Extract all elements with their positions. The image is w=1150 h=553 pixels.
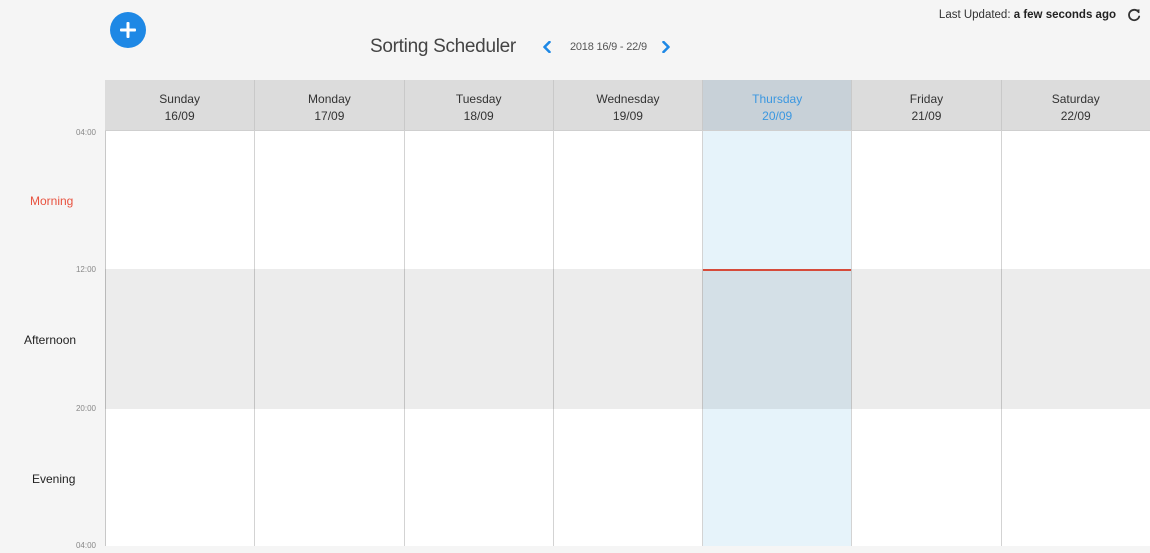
chevron-left-icon bbox=[543, 41, 551, 53]
day-date: 17/09 bbox=[314, 109, 345, 123]
week-calendar: Sunday 16/09 Monday 17/09 Tuesday 18/09 … bbox=[105, 80, 1150, 546]
day-header-tuesday[interactable]: Tuesday 18/09 bbox=[403, 80, 553, 130]
time-label-noon: 12:00 bbox=[75, 265, 96, 274]
day-header-sunday[interactable]: Sunday 16/09 bbox=[105, 80, 254, 130]
next-week-button[interactable] bbox=[655, 36, 677, 58]
day-date: 19/09 bbox=[612, 109, 643, 123]
day-date: 16/09 bbox=[164, 109, 195, 123]
day-column-saturday[interactable] bbox=[1000, 131, 1150, 546]
last-updated: Last Updated: a few seconds ago bbox=[939, 9, 1116, 21]
day-name: Monday bbox=[308, 92, 351, 106]
day-column-sunday[interactable] bbox=[105, 131, 254, 546]
day-name: Sunday bbox=[159, 92, 200, 106]
day-name: Saturday bbox=[1051, 92, 1100, 106]
previous-week-button[interactable] bbox=[536, 36, 558, 58]
time-label-end: 04:00 bbox=[75, 541, 96, 550]
plus-icon bbox=[120, 22, 136, 38]
chevron-right-icon bbox=[662, 41, 670, 53]
schedule-grid bbox=[105, 131, 1150, 546]
day-name: Wednesday bbox=[596, 92, 660, 106]
day-header-saturday[interactable]: Saturday 22/09 bbox=[1000, 80, 1150, 130]
refresh-icon bbox=[1128, 8, 1141, 22]
date-range: 2018 16/9 - 22/9 bbox=[569, 41, 647, 53]
day-header-friday[interactable]: Friday 21/09 bbox=[851, 80, 1000, 130]
page-title: Sorting Scheduler bbox=[370, 36, 516, 57]
day-name: Thursday bbox=[752, 92, 803, 106]
refresh-button[interactable] bbox=[1126, 7, 1142, 23]
day-name: Tuesday bbox=[455, 92, 502, 106]
day-header-monday[interactable]: Monday 17/09 bbox=[254, 80, 403, 130]
time-label-evening: 20:00 bbox=[75, 404, 96, 413]
day-header-row: Sunday 16/09 Monday 17/09 Tuesday 18/09 … bbox=[105, 80, 1150, 131]
last-updated-value: a few seconds ago bbox=[1013, 9, 1116, 21]
day-column-monday[interactable] bbox=[254, 131, 403, 546]
current-time-indicator bbox=[703, 269, 852, 271]
day-column-tuesday[interactable] bbox=[403, 131, 553, 546]
day-header-wednesday[interactable]: Wednesday 19/09 bbox=[552, 80, 702, 130]
period-label-afternoon: Afternoon bbox=[24, 333, 77, 347]
day-date: 21/09 bbox=[911, 109, 942, 123]
last-updated-label: Last Updated: bbox=[938, 9, 1011, 21]
add-button[interactable] bbox=[110, 12, 146, 48]
time-label-start: 04:00 bbox=[75, 128, 96, 137]
day-date: 20/09 bbox=[762, 109, 793, 123]
day-date: 22/09 bbox=[1060, 109, 1091, 123]
day-name: Friday bbox=[909, 92, 944, 106]
period-label-evening: Evening bbox=[32, 472, 76, 486]
day-date: 18/09 bbox=[463, 109, 494, 123]
day-column-thursday[interactable] bbox=[702, 131, 852, 546]
title-bar: Sorting Scheduler 2018 16/9 - 22/9 bbox=[370, 36, 677, 58]
day-header-thursday[interactable]: Thursday 20/09 bbox=[702, 80, 852, 130]
period-label-morning: Morning bbox=[30, 194, 74, 208]
day-column-wednesday[interactable] bbox=[552, 131, 702, 546]
day-column-friday[interactable] bbox=[851, 131, 1000, 546]
